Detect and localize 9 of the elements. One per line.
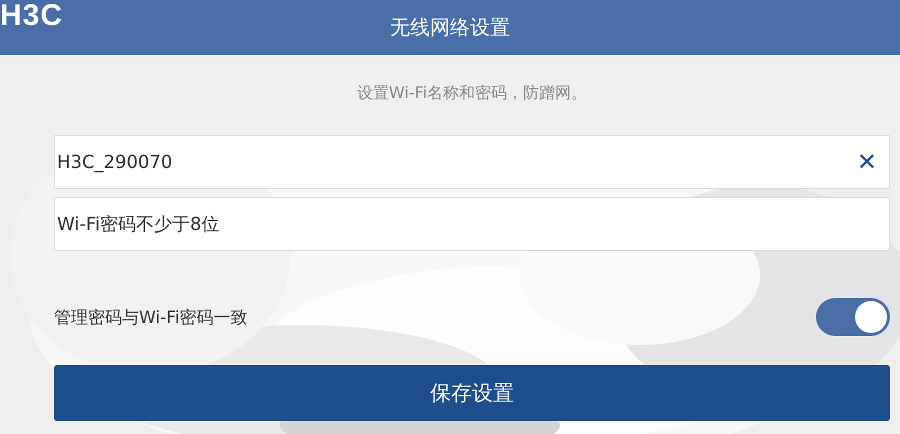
ssid-field[interactable]: H3C_290070 ✕ [54, 135, 890, 189]
save-button[interactable]: 保存设置 [54, 365, 890, 421]
intro-text: 设置Wi-Fi名称和密码，防蹭网。 [356, 83, 588, 104]
logo: H3C [0, 0, 64, 32]
password-field[interactable]: Wi-Fi密码不少于8位 [54, 197, 890, 251]
toggle-label: 管理密码与Wi-Fi密码一致 [54, 306, 248, 328]
page-title: 无线网络设置 [390, 14, 510, 41]
toggle-switch[interactable] [816, 298, 890, 336]
close-icon[interactable]: ✕ [856, 148, 877, 176]
